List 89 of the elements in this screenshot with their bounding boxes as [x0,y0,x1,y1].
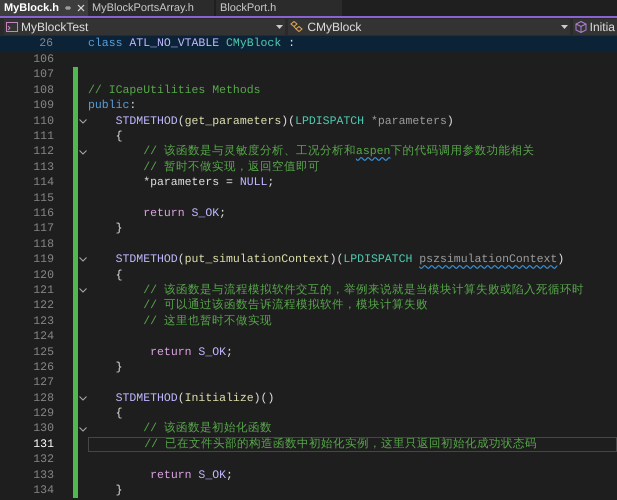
code-token: LPDISPATCH [295,114,364,130]
line-number: 26 [38,36,53,52]
code-token: = [226,175,233,192]
line-number: 115 [32,190,54,207]
line-number: 116 [32,206,54,222]
line-number: 127 [32,375,54,392]
code-comment: // 这里也暂时不做实现 [143,313,272,330]
code-token: ATL_NO_VTABLE [129,36,220,52]
code-token: STDMETHOD [116,252,178,268]
code-comment: // 暂时不做实现，返回空值即可 [143,159,320,176]
line-number: 125 [32,344,54,360]
line-number: 113 [32,160,54,176]
code-token: ; [226,468,233,484]
code-token: } [116,221,122,238]
navigation-dropdown[interactable]: CMyBlock [288,19,570,35]
code-token: STDMETHOD [116,114,178,130]
line-number: 128 [32,390,54,407]
line-number: 132 [32,452,54,468]
code-comment: // 已在文件头部的构造函数中初始化实例，这里只返回初始化成功状态码 [144,436,537,453]
line-number: 111 [32,129,54,146]
code-token: NULL [240,175,268,192]
code-token: { [116,406,122,422]
code-comment: 下的代码调用参数功能相关 [390,144,534,160]
code-token: S_OK [198,344,226,360]
code-token: LPDISPATCH [343,252,412,268]
file-tab[interactable]: BlockPort.h [216,0,342,16]
line-number: 122 [32,298,54,314]
line-number: 133 [32,468,54,484]
code-token: ( [178,114,185,130]
line-number: 114 [32,175,54,192]
code-comment: // 该函数是与灵敏度分析、工况分析和 [143,143,356,160]
code-token: STDMETHOD [116,390,178,407]
code-comment: // 该函数是与流程模拟软件交互的，举例来说就是当模块计算失败或陷入死循环时 [143,282,584,298]
code-comment: // 该函数是初始化函数 [143,420,272,437]
code-token: )() [254,390,274,407]
navigation-dropdown[interactable]: Initia [572,19,617,35]
code-token: )( [330,252,344,268]
code-token: ( [178,390,185,407]
code-token: Initialize [184,390,254,407]
code-token: ; [219,206,226,222]
line-number: 106 [32,52,54,68]
line-number: 110 [32,114,54,130]
code-token: S_OK [198,468,226,484]
code-token: ; [226,344,233,360]
code-token: ; [267,175,274,192]
code-comment: // 可以通过该函数告诉流程模拟软件，模块计算失败 [143,297,428,314]
code-token: { [116,129,122,146]
line-number: 118 [32,236,54,253]
code-token: public [88,98,130,114]
code-token: return [143,206,185,222]
line-number: 120 [32,268,54,284]
line-number: 112 [32,144,54,160]
code-token: { [116,268,122,284]
code-token: *parameters [370,114,447,130]
navigation-dropdown[interactable]: MyBlockTest [4,19,286,35]
code-comment: aspen [356,144,390,160]
line-number: 131 [32,436,54,453]
code-token: } [116,360,122,376]
line-number: 107 [32,67,54,84]
code-token: : [129,98,136,114]
code-comment: // ICapeUtilities Methods [88,82,261,99]
code-token: *parameters [143,175,220,192]
code-token: return [150,344,192,360]
code-token: ( [178,252,185,268]
line-number: 129 [32,406,54,422]
code-token: : [288,36,296,52]
file-tab[interactable]: MyBlockPortsArray.h [88,0,214,16]
line-number: 121 [32,282,54,299]
code-token: } [116,483,122,500]
line-number: 123 [32,314,54,330]
line-number: 119 [32,252,54,268]
line-number: 117 [32,221,54,238]
code-token: ) [557,252,564,268]
code-token: put_simulationContext [184,252,330,268]
line-number: 130 [32,421,54,438]
line-number: 108 [32,82,54,99]
line-number: 126 [32,360,54,376]
code-token: ) [446,114,454,130]
code-token: class [88,36,123,52]
code-token: )( [281,114,296,130]
code-token: get_parameters [184,114,282,130]
code-token: pszsimulationContext [419,252,558,268]
line-number: 109 [32,98,54,114]
file-tab[interactable]: MyBlock.h [0,0,88,16]
line-number: 134 [32,483,54,500]
code-token: CMyBlock [226,36,282,52]
code-token: S_OK [192,206,220,222]
code-token: return [150,468,192,484]
line-number: 124 [32,329,54,346]
